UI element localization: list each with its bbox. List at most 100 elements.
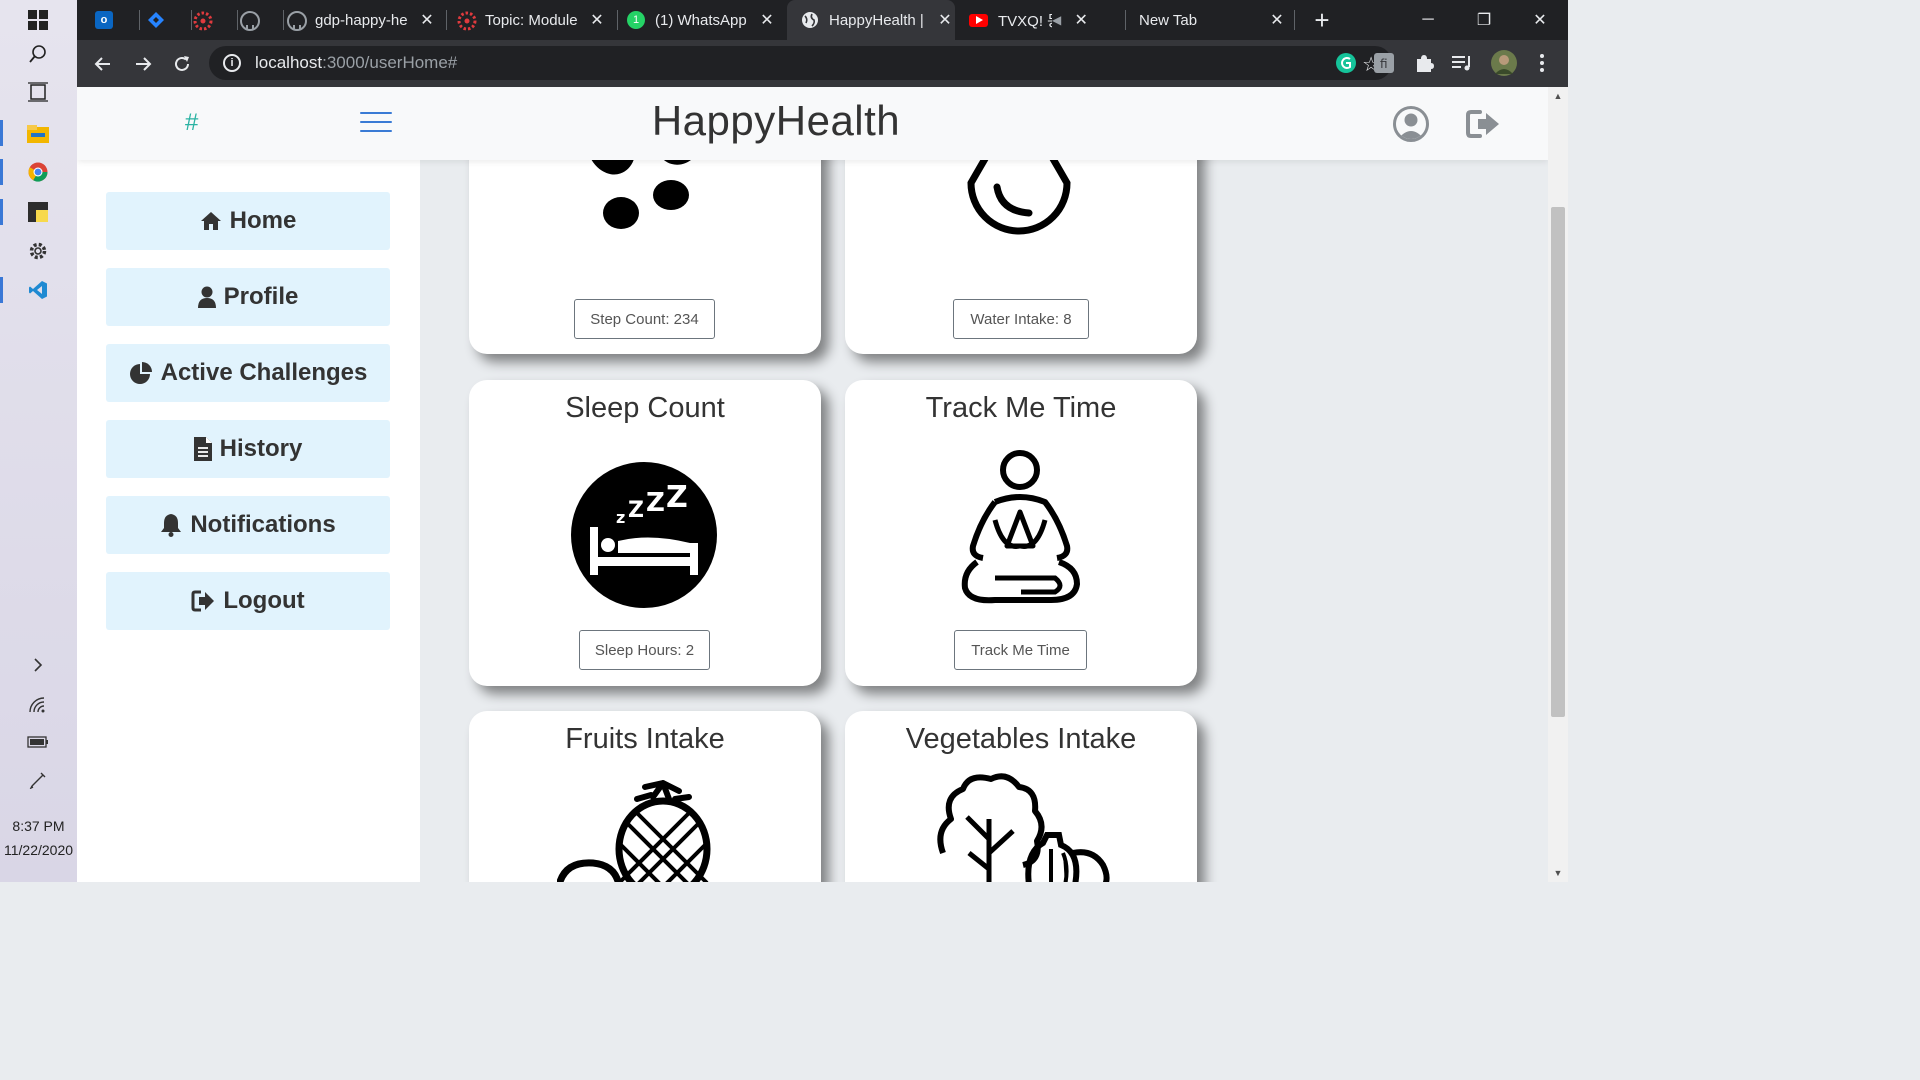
- clock-date[interactable]: 11/22/2020: [0, 842, 77, 858]
- sleep-hours-button[interactable]: Sleep Hours: 2: [579, 630, 710, 670]
- tab-close-icon[interactable]: ✕: [1071, 10, 1091, 30]
- tab-close-icon[interactable]: ✕: [935, 10, 955, 30]
- sticky-notes-icon[interactable]: [26, 200, 50, 224]
- tab-title: New Tab: [1139, 11, 1198, 29]
- web-page: Step Count: 234 Water Intake: 8 Sleep Co…: [77, 87, 1548, 882]
- sidebar-item-logout[interactable]: Logout: [106, 572, 390, 630]
- file-explorer-icon[interactable]: [26, 122, 50, 146]
- card-title: Vegetables Intake: [905, 723, 1137, 755]
- sidebar-item-profile[interactable]: Profile: [106, 268, 390, 326]
- close-window-button[interactable]: ✕: [1512, 0, 1568, 40]
- tab-canvas[interactable]: [193, 0, 233, 40]
- tab-outlook[interactable]: o: [95, 0, 135, 40]
- url-text[interactable]: localhost:3000/userHome#: [255, 53, 457, 73]
- vegetables-icon: [937, 773, 1110, 882]
- info-icon[interactable]: i: [223, 54, 241, 72]
- bell-icon: [160, 513, 182, 537]
- grammarly-extension-icon[interactable]: [1335, 52, 1357, 74]
- tab-close-icon[interactable]: ✕: [417, 10, 437, 30]
- minimize-button[interactable]: ─: [1400, 0, 1456, 40]
- tab-close-icon[interactable]: ✕: [587, 10, 607, 30]
- task-view-icon[interactable]: [26, 80, 50, 104]
- card-title: Fruits Intake: [565, 723, 725, 755]
- scroll-up-arrow-icon[interactable]: ▲: [1548, 91, 1568, 101]
- vegetables-intake-card: Vegetables Intake: [845, 711, 1197, 882]
- profile-avatar[interactable]: [1491, 50, 1517, 76]
- back-button[interactable]: [87, 48, 119, 80]
- tab-close-icon[interactable]: ✕: [1267, 10, 1287, 30]
- address-bar[interactable]: i localhost:3000/userHome# ☆: [209, 46, 1392, 80]
- reload-button[interactable]: [166, 48, 198, 80]
- active-indicator: [0, 159, 3, 185]
- sidebar-item-home[interactable]: Home: [106, 192, 390, 250]
- scroll-down-arrow-icon[interactable]: ▼: [1548, 868, 1568, 878]
- battery-icon[interactable]: [26, 730, 50, 754]
- tab-title: HappyHealth |: [829, 11, 924, 29]
- tab-topic-module[interactable]: Topic: Module ✕: [457, 0, 607, 40]
- pen-icon[interactable]: [26, 768, 50, 792]
- pineapple-icon: [557, 780, 711, 882]
- sidebar-item-notifications[interactable]: Notifications: [106, 496, 390, 554]
- tab-close-icon[interactable]: ✕: [757, 10, 777, 30]
- reload-icon: [175, 56, 189, 71]
- tab-happyhealth-active[interactable]: HappyHealth | ✕: [787, 0, 955, 40]
- svg-text:Z: Z: [666, 480, 688, 515]
- sidebar-item-label: Logout: [223, 587, 305, 614]
- tab-gdp-happy-health[interactable]: gdp-happy-he ✕: [287, 0, 437, 40]
- document-icon: [193, 437, 212, 461]
- track-me-time-button[interactable]: Track Me Time: [954, 630, 1087, 670]
- browser-toolbar: i localhost:3000/userHome# ☆ fi: [77, 40, 1568, 87]
- forward-button[interactable]: [127, 48, 159, 80]
- browser-tab-strip: o gdp-happy-he ✕ Topic: Module ✕ 1 (1) W…: [77, 0, 1568, 40]
- svg-text:Z: Z: [628, 498, 644, 523]
- scrollbar-thumb[interactable]: [1551, 207, 1565, 717]
- arrow-left-icon: [94, 57, 110, 71]
- extension-icon[interactable]: fi: [1373, 52, 1395, 74]
- github-icon: [287, 11, 307, 31]
- wifi-icon[interactable]: [26, 693, 50, 717]
- tab-jira[interactable]: [147, 0, 187, 40]
- sign-out-icon[interactable]: [1466, 109, 1500, 144]
- tab-whatsapp[interactable]: 1 (1) WhatsApp ✕: [627, 0, 777, 40]
- outlook-icon: o: [95, 11, 113, 29]
- sleep-count-card: Sleep Count z Z Z Z Sleep Hours: 2: [469, 380, 821, 686]
- sign-out-icon: [191, 590, 215, 612]
- tab-github[interactable]: [240, 0, 280, 40]
- card-title: Sleep Count: [565, 392, 725, 424]
- canvas-icon: [193, 11, 213, 31]
- brand-title[interactable]: HappyHealth: [77, 97, 1475, 145]
- settings-gear-icon[interactable]: [26, 239, 50, 263]
- svg-text:fi: fi: [1380, 57, 1388, 71]
- sidebar: Home Profile Active Challenges History N…: [77, 160, 420, 882]
- fruits-intake-card: Fruits Intake: [469, 711, 821, 882]
- new-tab-button[interactable]: +: [1309, 0, 1335, 40]
- globe-icon: [801, 11, 819, 29]
- home-icon: [200, 211, 222, 231]
- chrome-icon[interactable]: [26, 160, 50, 184]
- vscode-icon[interactable]: [26, 278, 50, 302]
- track-me-time-card: Track Me Time Track Me Time: [845, 380, 1197, 686]
- media-controls-icon[interactable]: [1451, 52, 1473, 74]
- search-icon[interactable]: [26, 42, 50, 66]
- chevron-right-icon[interactable]: [26, 653, 50, 677]
- tab-new-tab[interactable]: New Tab ✕: [1139, 0, 1287, 40]
- tab-separator: [191, 10, 192, 30]
- clock-time[interactable]: 8:37 PM: [0, 818, 77, 834]
- windows-start-icon[interactable]: [26, 8, 50, 32]
- sidebar-item-active-challenges[interactable]: Active Challenges: [106, 344, 390, 402]
- restore-button[interactable]: ❐: [1456, 0, 1512, 40]
- tab-separator: [446, 10, 447, 30]
- extensions-puzzle-icon[interactable]: [1413, 52, 1435, 74]
- sidebar-item-label: Active Challenges: [160, 359, 368, 386]
- svg-text:Z: Z: [646, 488, 665, 518]
- user-profile-icon[interactable]: [1393, 106, 1429, 142]
- restore-icon: ❐: [1476, 12, 1492, 29]
- tab-youtube[interactable]: TVXQ! 동 ◀︎ ✕: [969, 0, 1119, 40]
- page-scrollbar[interactable]: ▲ ▼: [1548, 87, 1568, 882]
- chrome-menu-icon[interactable]: [1531, 52, 1553, 74]
- water-intake-button[interactable]: Water Intake: 8: [953, 299, 1089, 339]
- card-title: Track Me Time: [925, 392, 1117, 424]
- sidebar-item-history[interactable]: History: [106, 420, 390, 478]
- step-count-button[interactable]: Step Count: 234: [574, 299, 715, 339]
- speaker-muted-icon[interactable]: ◀︎: [1052, 13, 1061, 27]
